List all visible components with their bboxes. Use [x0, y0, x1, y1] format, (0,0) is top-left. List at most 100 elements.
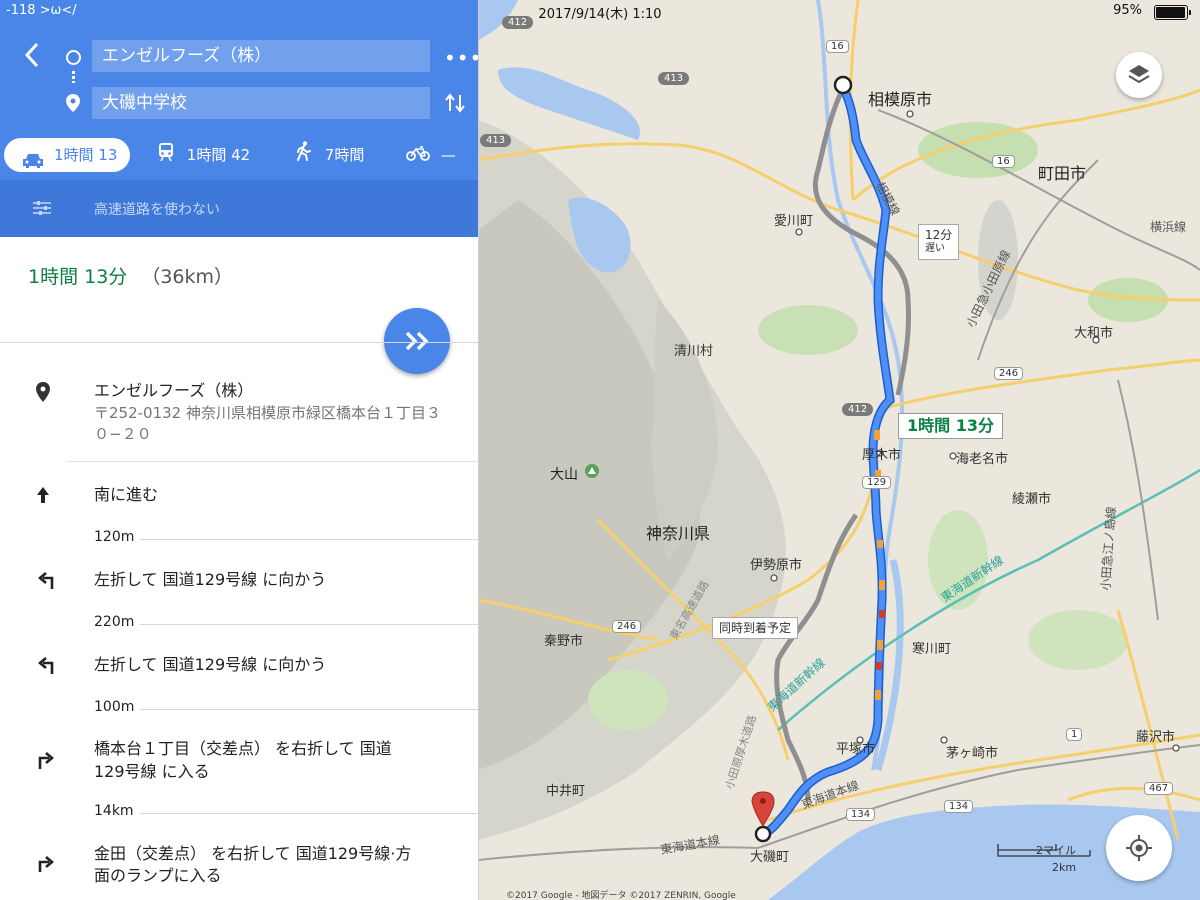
step-text-line-1: 金田（交差点） を右折して 国道129号線·方 [94, 844, 412, 863]
step-distance: 100m [94, 699, 135, 715]
map-canvas [478, 0, 1200, 900]
route-distance: （36km） [141, 266, 234, 288]
map-label-kiyokawa: 清川村 [674, 344, 714, 359]
route-header: エンゼルフーズ（株） 大磯中学校 ••• 1時間 13 1時間 42 7時間 — [0, 0, 478, 180]
transit-time: 1時間 42 [186, 146, 251, 164]
divider [140, 709, 478, 710]
route-shield: 134 [846, 808, 876, 821]
origin-name: エンゼルフーズ（株） [94, 381, 254, 400]
route-shield: 129 [862, 476, 892, 489]
origin-input[interactable]: エンゼルフーズ（株） [92, 40, 430, 72]
avoid-highways-label: 高速道路を使わない [94, 202, 220, 218]
turn-left-icon [36, 655, 58, 677]
tab-transit[interactable]: 1時間 42 [158, 138, 250, 172]
alternate-route-note: 遅い [925, 243, 945, 254]
tab-walking[interactable]: 7時間 [296, 138, 364, 172]
alternate-route-time: 12分 [925, 228, 953, 242]
walking-time: 7時間 [324, 146, 365, 164]
driving-time: 1時間 13 [54, 146, 118, 164]
route-shield: 16 [826, 40, 849, 53]
step-text-line-1: 橋本台１丁目（交差点） を右折して 国道 [94, 739, 392, 758]
route-shield: 412 [842, 403, 874, 416]
divider [140, 624, 478, 625]
turn-left-icon [36, 570, 58, 592]
origin-address-line-1: 〒252-0132 神奈川県相模原市緑区橋本台１丁目３ [94, 404, 441, 422]
divider [140, 539, 478, 540]
map-label-oyama: 大山 [550, 467, 578, 483]
origin-address-line-2: ０−２０ [94, 425, 152, 443]
map-label-samukawa: 寒川町 [912, 642, 952, 657]
map-label-oiso: 大磯町 [750, 850, 790, 865]
car-icon [22, 147, 44, 181]
arrow-up-icon [36, 486, 58, 508]
step-distance: 220m [94, 614, 135, 630]
directions-panel: エンゼルフーズ（株） 大磯中学校 ••• 1時間 13 1時間 42 7時間 —… [0, 0, 479, 900]
map-label-hadano: 秦野市 [544, 634, 584, 649]
cycling-time: — [440, 146, 456, 164]
map-label-atsugi: 厚木市 [862, 448, 902, 463]
route-shield: 246 [994, 367, 1024, 380]
travel-mode-tabs: 1時間 13 1時間 42 7時間 — [0, 138, 478, 174]
main-route-callout[interactable]: 1時間 13分 [898, 413, 1003, 439]
route-shield: 134 [944, 800, 974, 813]
divider [140, 813, 478, 814]
back-icon[interactable] [24, 42, 46, 70]
alternate-route-callout-2[interactable]: 同時到着予定 [712, 617, 799, 639]
start-navigation-button[interactable] [384, 308, 450, 374]
divider [0, 342, 478, 343]
route-shield: 467 [1144, 782, 1174, 795]
map-view[interactable]: 相模原市 町田市 愛川町 清川村 大和市 厚木市 海老名市 綾瀬市 大山 神奈川… [478, 0, 1200, 900]
tab-driving[interactable]: 1時間 13 [4, 138, 130, 172]
step-text: 南に進む [94, 485, 159, 504]
layers-icon [1128, 65, 1150, 84]
step-text: 左折して 国道129号線 に向かう [94, 570, 327, 589]
place-pin-icon [36, 382, 58, 404]
tune-icon [33, 200, 51, 220]
route-shield: 16 [992, 155, 1015, 168]
route-dots-icon [72, 71, 75, 83]
map-label-nakai: 中井町 [546, 784, 586, 799]
step-text-line-2: 129号線 に入る [94, 762, 210, 781]
battery-percent: 95% [1113, 3, 1142, 18]
map-label-isehara: 伊勢原市 [750, 558, 803, 573]
layers-button[interactable] [1116, 52, 1162, 98]
my-location-icon [1126, 835, 1152, 861]
step-distance: 14km [94, 803, 134, 819]
map-label-machida: 町田市 [1038, 164, 1087, 183]
turn-right-icon [36, 750, 58, 772]
scale-km: 2km [1052, 861, 1077, 874]
destination-pin-icon [66, 94, 80, 112]
map-label-kanagawa: 神奈川県 [646, 524, 711, 543]
map-copyright: ©2017 Google - 地図データ ©2017 ZENRIN, Googl… [506, 891, 736, 900]
alternate-route-callout[interactable]: 12分 遅い [918, 224, 960, 260]
destination-input[interactable]: 大磯中学校 [92, 87, 430, 119]
map-label-ebina: 海老名市 [956, 452, 1009, 467]
bicycle-icon [406, 139, 430, 173]
origin-circle-icon [66, 50, 81, 65]
step-distance: 120m [94, 529, 135, 545]
map-label-fujisawa: 藤沢市 [1136, 730, 1176, 745]
swap-icon[interactable] [444, 92, 466, 114]
map-label-yokohama-line: 横浜線 [1150, 220, 1187, 234]
more-options-icon[interactable]: ••• [444, 46, 478, 70]
map-label-hiratsuka: 平塚市 [836, 742, 876, 757]
map-label-yamato: 大和市 [1074, 326, 1114, 341]
step-text: 左折して 国道129号線 に向かう [94, 655, 327, 674]
map-label-aikawa: 愛川町 [774, 214, 814, 229]
tab-cycling[interactable]: — [406, 138, 456, 172]
train-icon [158, 139, 174, 173]
map-label-chigasaki: 茅ヶ崎市 [946, 746, 999, 761]
route-duration: 1時間 13分 [28, 266, 128, 288]
walk-icon [296, 139, 312, 173]
route-summary: 1時間 13分 （36km） [28, 262, 233, 289]
ramp-right-icon [36, 853, 58, 875]
route-options-bar[interactable]: 高速道路を使わない [0, 180, 478, 237]
battery-icon [1154, 5, 1191, 20]
divider [66, 461, 478, 462]
my-location-button[interactable] [1106, 815, 1172, 881]
map-label-ayase: 綾瀬市 [1012, 492, 1052, 507]
route-shield: 413 [480, 134, 512, 147]
status-time: 2017/9/14(木) 1:10 [538, 7, 662, 22]
map-label-sagamihara: 相模原市 [868, 90, 933, 109]
route-shield: 246 [612, 620, 642, 633]
